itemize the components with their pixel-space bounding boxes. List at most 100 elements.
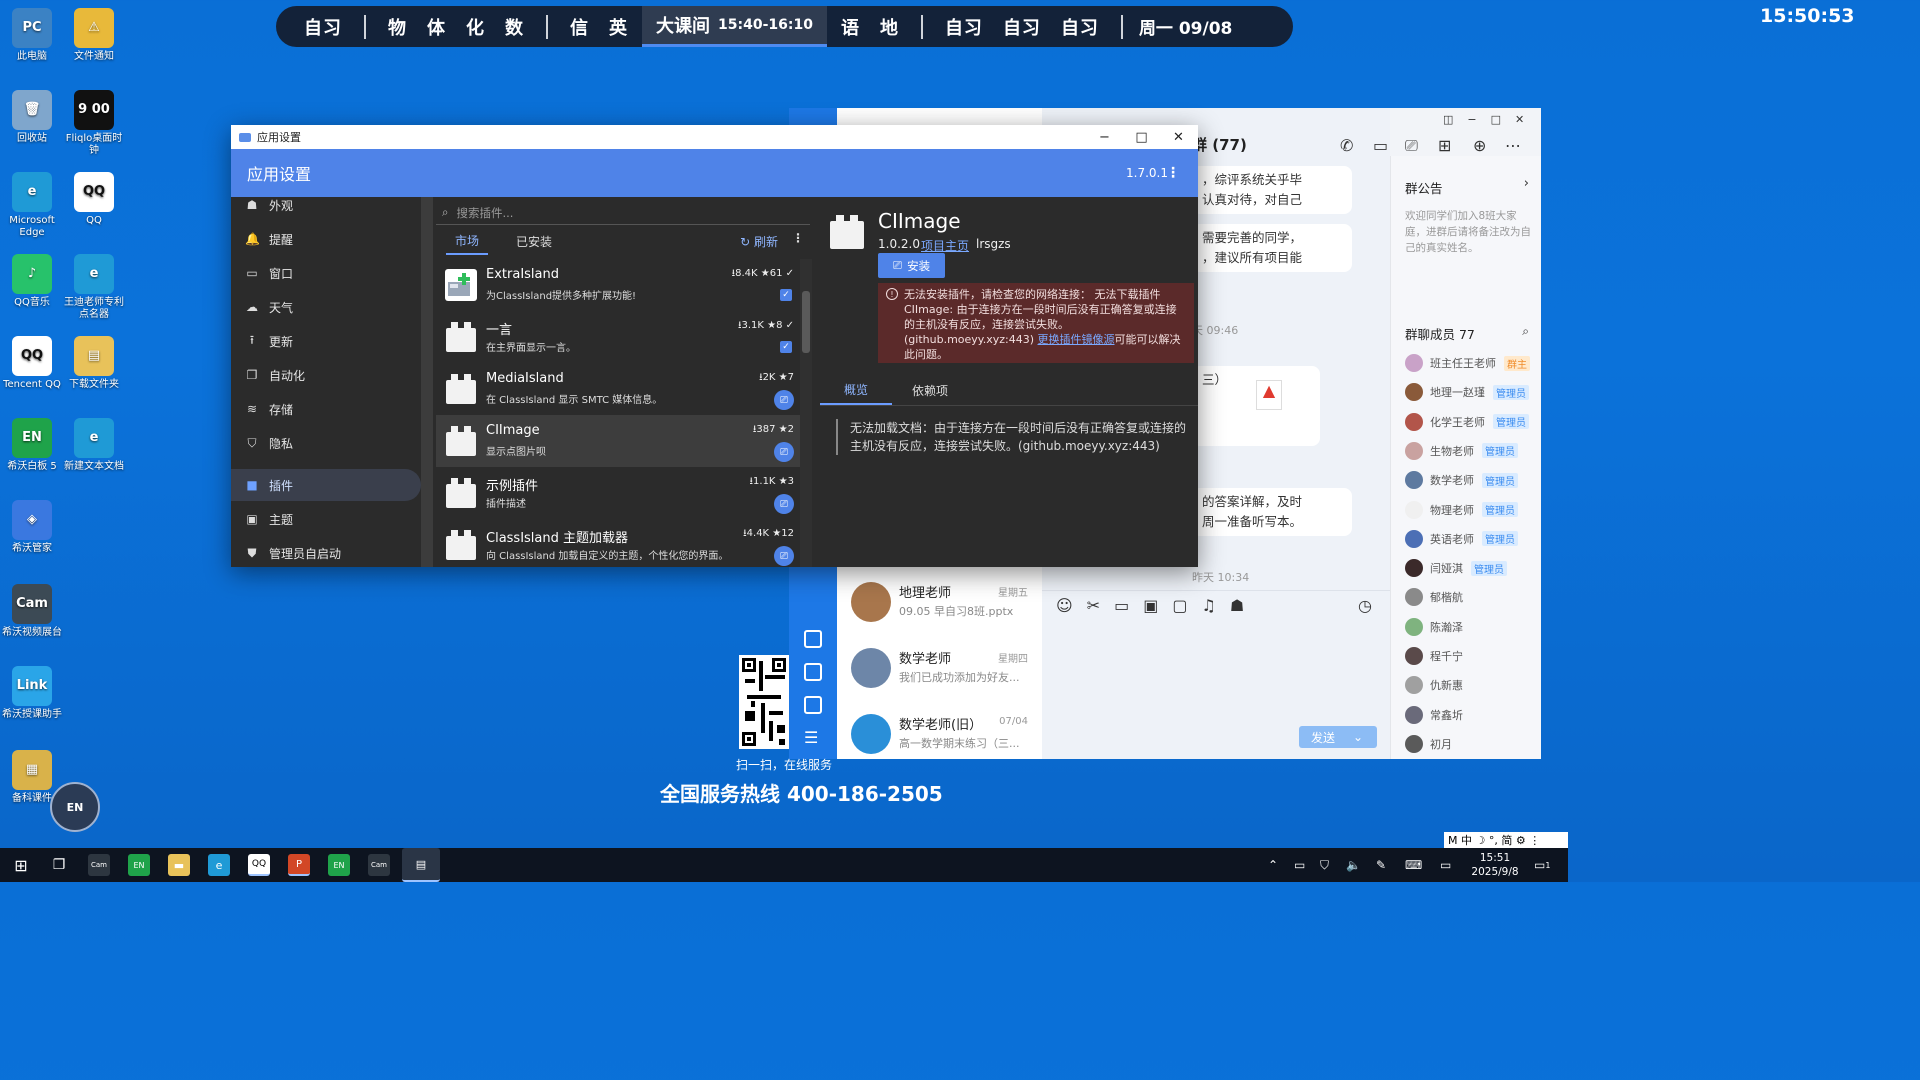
whiteboard-app-icon[interactable]: EN (328, 854, 350, 876)
desktop-icon[interactable]: EN 希沃白板 5 (0, 418, 64, 473)
tab-market[interactable]: 市场 (446, 227, 488, 255)
close-icon[interactable]: ✕ (1515, 113, 1538, 126)
powerpoint-icon[interactable]: P (288, 854, 310, 876)
desktop-icon[interactable]: 🗑 回收站 (0, 90, 64, 145)
conversation-item[interactable]: 数学老师 星期四 我们已成功添加为好友... (837, 638, 1042, 704)
install-button[interactable]: ⎚ 安装 (878, 253, 945, 278)
conversation-item[interactable]: 地理老师 星期五 09.05 早自习8班.pptx (837, 572, 1042, 638)
maximize-icon[interactable]: □ (1491, 113, 1515, 126)
display-icon[interactable]: ▭ (1440, 848, 1451, 882)
notice-title[interactable]: 群公告 (1405, 178, 1443, 197)
install-plugin-button[interactable]: ⎚ (774, 390, 794, 410)
installed-checkbox[interactable]: ✓ (780, 341, 792, 353)
file-explorer-icon[interactable]: ▬ (168, 854, 190, 876)
screen-share-icon[interactable]: ⎚ (1405, 136, 1418, 156)
member-item[interactable]: 程千宁 (1405, 645, 1463, 667)
desktop-icon[interactable]: 9 00 Fliqlo桌面时钟 (62, 90, 126, 157)
plugin-list-scrollbar[interactable] (800, 259, 812, 567)
shield-icon[interactable]: ⛉ (1320, 848, 1329, 882)
scroll-thumb[interactable] (802, 291, 810, 353)
desktop-icon[interactable]: PC 此电脑 (0, 8, 64, 63)
pen-icon[interactable]: ✎ (1376, 848, 1386, 882)
member-item[interactable]: 地理一赵瑾 管理员 (1405, 381, 1529, 403)
nav-item-storage[interactable]: ≋ 存储 (231, 393, 421, 425)
desktop-icon[interactable]: Cam 希沃视频展台 (0, 584, 64, 639)
more-vert-icon[interactable]: ⋮ (1166, 165, 1180, 181)
nav-item-admin[interactable]: ⛊ 管理员自启动 (231, 537, 421, 567)
notification-icon[interactable]: ▭ 1 (1534, 848, 1550, 882)
plugin-row[interactable]: 示例插件 插件描述 ⭳1.1K ★3 ⎚ (436, 467, 800, 519)
scissors-icon[interactable]: ✂ (1087, 596, 1114, 615)
bookmark-icon[interactable] (804, 696, 822, 714)
plugin-row[interactable]: 一言 在主界面显示一言。 ⭳3.1K ★8 ✓ ✓ (436, 311, 800, 363)
member-item[interactable]: 初月 (1405, 733, 1452, 755)
plugin-row[interactable]: ExtraIsland 为ClassIsland提供多种扩展功能! ⭳8.4K ★6… (436, 259, 800, 311)
tab-installed[interactable]: 已安装 (510, 227, 558, 255)
conversation-item[interactable]: 数学老师(旧） 07/04 高一数学期末练习（三... (837, 704, 1042, 759)
whiteboard-app-icon[interactable]: EN (128, 854, 150, 876)
installed-checkbox[interactable]: ✓ (780, 289, 792, 301)
video-icon[interactable]: ▭ (1373, 136, 1388, 155)
minimize-icon[interactable]: − (1467, 113, 1490, 126)
member-item[interactable]: 化学王老师 管理员 (1405, 411, 1529, 433)
mail-icon[interactable] (804, 630, 822, 648)
send-button[interactable]: 发送 ⌄ (1299, 726, 1377, 748)
desktop-icon[interactable]: ◈ 希沃管家 (0, 500, 64, 555)
add-icon[interactable]: ⊕ (1473, 136, 1486, 155)
qq-icon[interactable]: QQ (248, 854, 270, 876)
member-item[interactable]: 物理老师 管理员 (1405, 499, 1518, 521)
bot-icon[interactable]: ☗ (1230, 596, 1258, 615)
folder-icon[interactable] (804, 663, 822, 681)
refresh-button[interactable]: ↻ 刷新 (740, 233, 778, 250)
windows-start-icon[interactable]: ⊞ (10, 854, 32, 876)
desktop-icon[interactable]: ▤ 下载文件夹 (62, 336, 126, 391)
apps-icon[interactable]: ⊞ (1438, 136, 1451, 155)
nav-item-appearance[interactable]: ☗ 外观 (231, 189, 421, 221)
desktop-icon[interactable]: QQ QQ (62, 172, 126, 227)
floating-toolbar-button[interactable]: EN (50, 782, 100, 832)
search-icon[interactable]: ⌕ (1522, 324, 1529, 339)
homepage-link[interactable]: 项目主页 (921, 237, 969, 254)
nav-item-window[interactable]: ▭ 窗口 (231, 257, 421, 289)
desktop-icon[interactable]: e 新建文本文档 (62, 418, 126, 473)
nav-scrollbar[interactable] (421, 197, 433, 567)
member-item[interactable]: 数学老师 管理员 (1405, 469, 1518, 491)
install-plugin-button[interactable]: ⎚ (774, 494, 794, 514)
task-view-icon[interactable]: ❐ (48, 854, 70, 876)
tab-overview[interactable]: 概览 (820, 375, 892, 405)
member-item[interactable]: 郁楷航 (1405, 586, 1463, 608)
member-item[interactable]: 生物老师 管理员 (1405, 440, 1518, 462)
nav-item-update[interactable]: ⭱ 更新 (231, 325, 421, 357)
desktop-icon[interactable]: ⚠ 文件通知 (62, 8, 126, 63)
history-icon[interactable]: ◷ (1358, 596, 1372, 615)
nav-item-cloud[interactable]: ☁ 天气 (231, 291, 421, 323)
close-icon[interactable]: ✕ (1160, 125, 1197, 149)
member-item[interactable]: 英语老师 管理员 (1405, 528, 1518, 550)
member-item[interactable]: 陈瀚泽 (1405, 616, 1463, 638)
folder-icon[interactable]: ▭ (1114, 596, 1143, 615)
network-icon[interactable]: ▭ (1294, 848, 1305, 882)
camera-app-icon[interactable]: Cam (368, 854, 390, 876)
desktop-icon[interactable]: QQ Tencent QQ (0, 336, 64, 391)
desktop-icon[interactable]: e 王迪老师专利点名器 (62, 254, 126, 321)
taskbar-clock[interactable]: 15:51 2025/9/8 (1470, 851, 1520, 879)
member-item[interactable]: 仇新惠 (1405, 674, 1463, 696)
member-item[interactable]: 闫娅淇 管理员 (1405, 557, 1507, 579)
mic-icon[interactable]: ♫ (1201, 596, 1229, 615)
image-icon[interactable]: ▣ (1143, 596, 1172, 615)
keyboard-icon[interactable]: ⌨ (1405, 848, 1422, 882)
plugin-row[interactable]: CIImage 显示点图片呗 ⭳387 ★2 ⎚ (436, 415, 800, 467)
member-item[interactable]: 常鑫圻 (1405, 704, 1463, 726)
nav-item-theme[interactable]: ▣ 主题 (231, 503, 421, 535)
plugin-row[interactable]: MediaIsland 在 ClassIsland 显示 SMTC 媒体信息。 ⭳2… (436, 363, 800, 415)
install-plugin-button[interactable]: ⎚ (774, 546, 794, 566)
desktop-icon[interactable]: e Microsoft Edge (0, 172, 64, 239)
member-item[interactable]: 班主任王老师 群主 (1405, 352, 1530, 374)
nav-item-bell[interactable]: 🔔 提醒 (231, 223, 421, 255)
chevron-down-icon[interactable]: ⌄ (1353, 730, 1363, 744)
nav-item-automation[interactable]: ❐ 自动化 (231, 359, 421, 391)
tab-dependencies[interactable]: 依赖项 (900, 375, 960, 405)
chevron-right-icon[interactable]: › (1524, 176, 1529, 191)
chevron-up-icon[interactable]: ⌃ (1268, 848, 1278, 882)
menu-icon[interactable]: ☰ (804, 728, 818, 747)
